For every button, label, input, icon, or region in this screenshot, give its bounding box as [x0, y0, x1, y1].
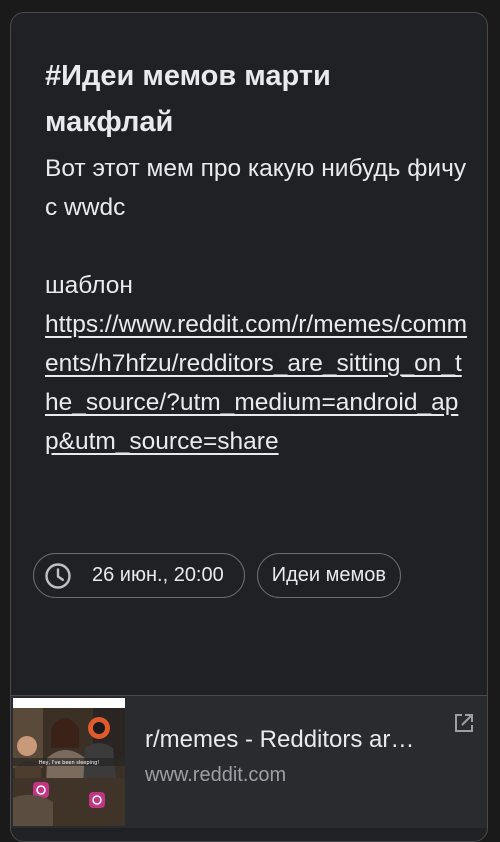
body-template-label: шаблон: [45, 272, 133, 299]
chip-row: 26 июн., 20:00 Идеи мемов: [33, 553, 402, 598]
clock-icon: [44, 562, 72, 590]
label-chip-text: Идеи мемов: [271, 564, 387, 586]
thumb-caption: Hey, I've been sleeping!: [39, 760, 100, 766]
link-preview-title: r/memes - Redditors are sitting on the s…: [145, 726, 425, 753]
link-preview[interactable]: Hey, I've been sleeping! r/memes - Reddi…: [11, 695, 487, 828]
note-card[interactable]: #Идеи мемов марти макфлай Вот этот мем п…: [10, 12, 488, 842]
open-external-icon[interactable]: [453, 712, 475, 734]
meme-thumbnail: Hey, I've been sleeping!: [13, 698, 125, 826]
reminder-chip[interactable]: 26 июн., 20:00: [33, 553, 245, 598]
link-preview-domain: www.reddit.com: [145, 764, 287, 786]
reminder-chip-label: 26 июн., 20:00: [92, 564, 224, 586]
note-title: #Идеи мемов марти макфлай: [45, 60, 331, 138]
body-link[interactable]: https://www.reddit.com/r/memes/comments/…: [45, 305, 469, 461]
note-body: Вот этот мем про какую нибудь фичу с wwd…: [45, 149, 469, 461]
body-text: Вот этот мем про какую нибудь фичу с wwd…: [45, 155, 467, 221]
label-chip[interactable]: Идеи мемов: [256, 553, 402, 598]
